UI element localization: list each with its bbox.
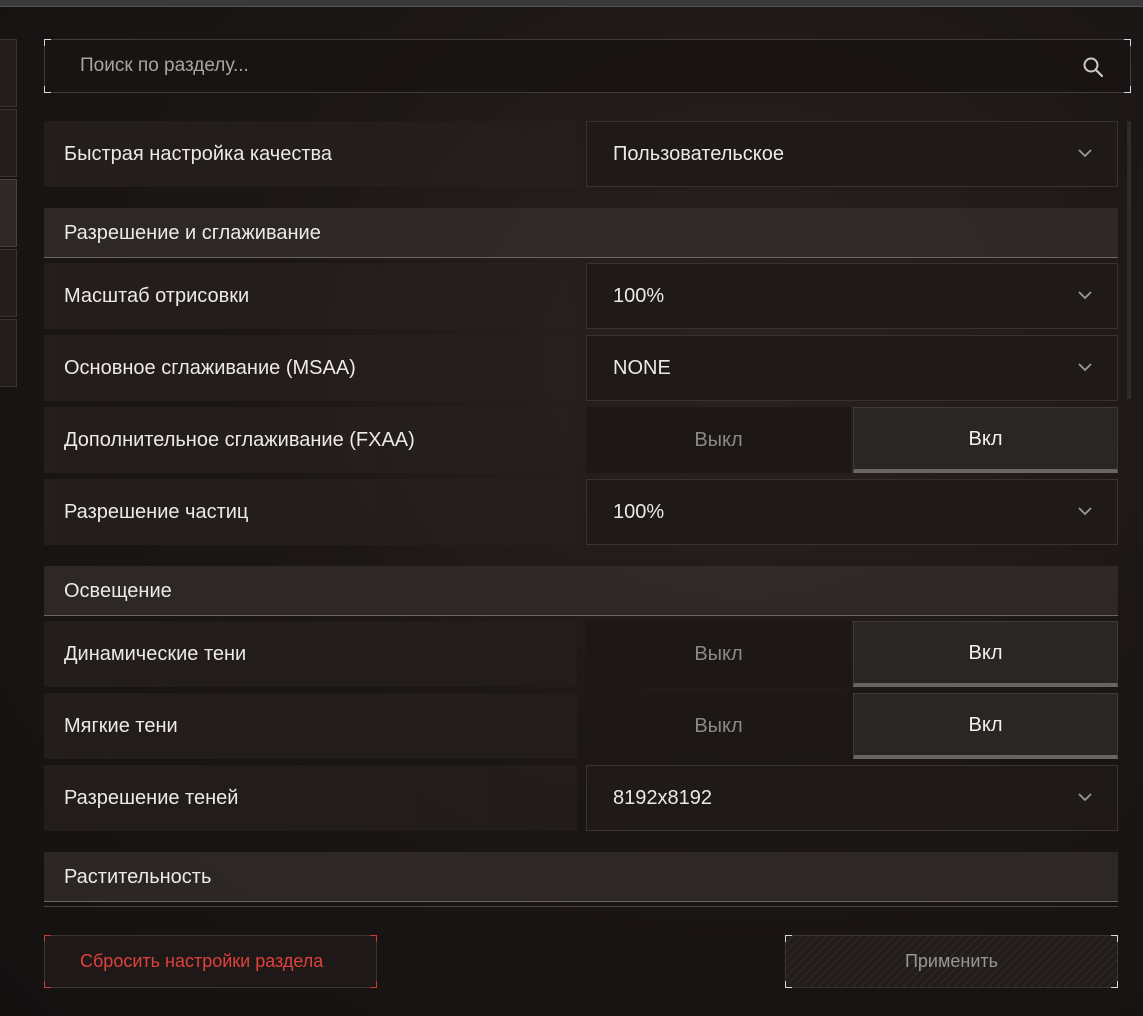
top-divider: [0, 6, 1143, 7]
soft-shadows-off-button[interactable]: Выкл: [586, 693, 851, 759]
list-bottom-divider: [44, 906, 1118, 907]
chevron-down-icon: [1078, 507, 1092, 516]
corner-bracket: [1124, 86, 1131, 93]
side-tab-2[interactable]: [0, 109, 17, 177]
render-scale-dropdown[interactable]: 100%: [586, 263, 1118, 329]
quick-quality-dropdown[interactable]: Пользовательское: [586, 121, 1118, 187]
scrollbar[interactable]: [1127, 121, 1131, 399]
side-tab-1[interactable]: [0, 39, 17, 107]
dropdown-value: Пользовательское: [613, 143, 785, 165]
reset-section-button[interactable]: Сбросить настройки раздела: [44, 935, 377, 988]
corner-bracket: [1124, 39, 1131, 46]
dropdown-value: NONE: [613, 357, 671, 379]
dynamic-shadows-off-button[interactable]: Выкл: [586, 621, 851, 687]
shadow-resolution-dropdown[interactable]: 8192x8192: [586, 765, 1118, 831]
chevron-down-icon: [1078, 149, 1092, 158]
msaa-dropdown[interactable]: NONE: [586, 335, 1118, 401]
setting-row-fxaa: Дополнительное сглаживание (FXAA) Выкл В…: [44, 407, 1118, 473]
search-icon[interactable]: [1082, 56, 1104, 78]
search-box: [44, 39, 1131, 93]
corner-bracket: [44, 981, 51, 988]
dropdown-value: 100%: [613, 285, 665, 307]
dropdown-value: 8192x8192: [613, 787, 712, 809]
setting-label: Дополнительное сглаживание (FXAA): [44, 407, 577, 473]
setting-label: Быстрая настройка качества: [44, 121, 577, 187]
side-tab-4[interactable]: [0, 249, 17, 317]
setting-label: Мягкие тени: [44, 693, 577, 759]
corner-bracket: [1111, 935, 1118, 942]
setting-row-quick-quality: Быстрая настройка качества Пользовательс…: [44, 121, 1118, 187]
fxaa-off-button[interactable]: Выкл: [586, 407, 851, 473]
dynamic-shadows-on-button[interactable]: Вкл: [853, 621, 1118, 687]
setting-row-shadow-resolution: Разрешение теней 8192x8192: [44, 765, 1118, 831]
setting-row-msaa: Основное сглаживание (MSAA) NONE: [44, 335, 1118, 401]
side-tab-5[interactable]: [0, 319, 17, 387]
setting-row-particle-resolution: Разрешение частиц 100%: [44, 479, 1118, 545]
corner-bracket: [370, 981, 377, 988]
search-input[interactable]: [45, 40, 1065, 92]
chevron-down-icon: [1078, 291, 1092, 300]
chevron-down-icon: [1078, 363, 1092, 372]
section-header-lighting: Освещение: [44, 566, 1118, 616]
reset-button-label: Сбросить настройки раздела: [80, 951, 324, 971]
side-tab-3-active[interactable]: [0, 179, 17, 247]
particle-resolution-dropdown[interactable]: 100%: [586, 479, 1118, 545]
section-header-vegetation: Растительность: [44, 852, 1118, 902]
setting-label: Разрешение теней: [44, 765, 577, 831]
apply-button-label: Применить: [904, 951, 998, 971]
setting-label: Основное сглаживание (MSAA): [44, 335, 577, 401]
setting-label: Разрешение частиц: [44, 479, 577, 545]
setting-row-render-scale: Масштаб отрисовки 100%: [44, 263, 1118, 329]
apply-button[interactable]: Применить: [785, 935, 1118, 988]
setting-row-soft-shadows: Мягкие тени Выкл Вкл: [44, 693, 1118, 759]
corner-bracket: [44, 935, 51, 942]
corner-bracket: [785, 981, 792, 988]
dropdown-value: 100%: [613, 501, 665, 523]
chevron-down-icon: [1078, 793, 1092, 802]
setting-label: Динамические тени: [44, 621, 577, 687]
corner-bracket: [370, 935, 377, 942]
section-header-resolution: Разрешение и сглаживание: [44, 208, 1118, 258]
fxaa-on-button[interactable]: Вкл: [853, 407, 1118, 473]
corner-bracket: [785, 935, 792, 942]
corner-bracket: [1111, 981, 1118, 988]
setting-label: Масштаб отрисовки: [44, 263, 577, 329]
soft-shadows-on-button[interactable]: Вкл: [853, 693, 1118, 759]
setting-row-dynamic-shadows: Динамические тени Выкл Вкл: [44, 621, 1118, 687]
